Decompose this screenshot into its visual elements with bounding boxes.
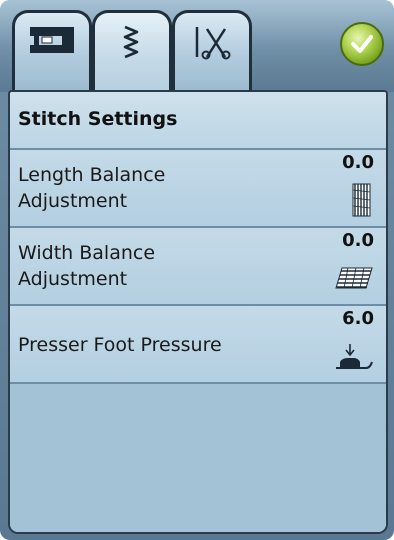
setting-value: 0.0 xyxy=(342,230,374,251)
tab-machine[interactable] xyxy=(12,10,92,90)
ok-button[interactable] xyxy=(340,22,384,66)
setting-width-balance[interactable]: Width Balance Adjustment 0.0 xyxy=(10,228,386,306)
setting-value: 0.0 xyxy=(342,152,374,173)
setting-value: 6.0 xyxy=(342,308,374,329)
setting-length-balance[interactable]: Length Balance Adjustment 0.0 xyxy=(10,150,386,228)
presser-foot-icon xyxy=(336,344,373,369)
panel-header: Stitch Settings xyxy=(10,92,386,150)
sewing-machine-icon xyxy=(30,27,74,53)
needle-scissors-icon xyxy=(195,27,231,60)
setting-presser-foot-pressure[interactable]: Presser Foot Pressure 6.0 xyxy=(10,306,386,384)
zigzag-stitch-icon xyxy=(123,25,139,59)
empty-area xyxy=(10,384,386,532)
setting-label: Width Balance Adjustment xyxy=(18,242,156,290)
tab-tools[interactable] xyxy=(172,10,252,90)
checkmark-icon xyxy=(351,35,373,53)
page-title: Stitch Settings xyxy=(18,108,178,130)
length-balance-icon xyxy=(352,183,371,217)
setting-label: Length Balance Adjustment xyxy=(18,164,166,212)
width-balance-icon xyxy=(335,267,373,289)
device-screen: Stitch Settings Length Balance Adjustmen… xyxy=(0,0,394,540)
setting-label: Presser Foot Pressure xyxy=(18,334,222,356)
settings-panel: Stitch Settings Length Balance Adjustmen… xyxy=(8,90,388,534)
tab-bar xyxy=(0,0,394,92)
tab-stitch[interactable] xyxy=(92,10,172,90)
